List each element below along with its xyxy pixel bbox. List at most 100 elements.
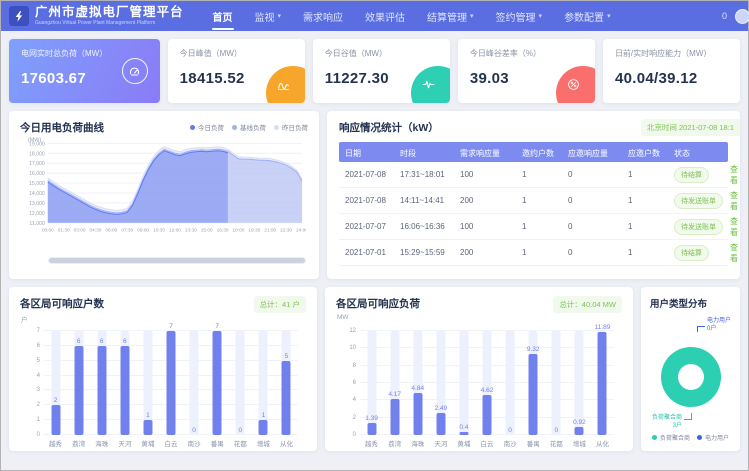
- category-label: 番禺: [206, 438, 229, 448]
- cell-accepted_amount: 0: [568, 196, 628, 205]
- load-curve-title: 今日用电负荷曲线: [20, 120, 104, 135]
- bar-track: [506, 331, 515, 435]
- bar-番禺: 9.32: [522, 331, 545, 435]
- svg-text:16:30: 16:30: [217, 228, 229, 234]
- nav-item-6[interactable]: 参数配置▾: [553, 1, 622, 31]
- bar-value-label: 1: [252, 412, 275, 419]
- status-badge: 待发送账单: [674, 219, 723, 235]
- district-load-total-badge: 总计：40.04 MW: [553, 296, 622, 313]
- nav-item-4[interactable]: 结算管理▾: [416, 1, 485, 31]
- bar-value-label: 7: [206, 323, 229, 330]
- svg-text:19,000: 19,000: [29, 141, 45, 147]
- bar-fill: [367, 423, 376, 435]
- district-load-categories: 越秀荔湾海珠天河黄埔白云南沙番禺花都增城从化: [360, 438, 614, 448]
- user-type-card: 用户类型分布 电力用户 0户 负荷聚合商 3户 负荷聚合商电力用户: [641, 287, 740, 451]
- bar-fill: [413, 393, 422, 435]
- nav-item-2[interactable]: 需求响应: [292, 1, 354, 31]
- bar-value-label: 4.84: [406, 385, 429, 392]
- bar-value-label: 1: [136, 412, 159, 419]
- bar-value-label: 0: [229, 427, 252, 434]
- bar-value-label: 4.62: [475, 387, 498, 394]
- kpi-card-4: 日前/实时响应能力（MW）40.04/39.12: [603, 39, 740, 103]
- cell-accepted_amount: 0: [568, 222, 628, 231]
- view-link[interactable]: 查看: [730, 243, 738, 263]
- bar-fill: [390, 399, 399, 435]
- y-tick-label: 1: [22, 417, 40, 423]
- svg-text:22:30: 22:30: [280, 228, 292, 234]
- callout-aggregator-name: 负荷聚合商: [652, 415, 682, 423]
- view-link[interactable]: 查看: [730, 217, 738, 237]
- bar-track: [190, 331, 199, 435]
- cell-date: 2021-07-07: [345, 222, 400, 231]
- bar-fill: [213, 331, 222, 435]
- kpi-card-3: 今日峰谷差率（%）39.03: [458, 39, 595, 103]
- bar-黄埔: 0.4: [452, 331, 475, 435]
- svg-text:24:00: 24:00: [296, 228, 306, 234]
- load-curve-chart: (MW)11,00012,00013,00014,00015,00016,000…: [20, 135, 306, 249]
- callout-power-user-count: 0户: [707, 326, 731, 334]
- svg-text:03:00: 03:00: [74, 228, 86, 234]
- bar-番禺: 7: [206, 331, 229, 435]
- bar-越秀: 2: [44, 331, 67, 435]
- notification-count[interactable]: 0: [722, 11, 727, 21]
- view-link[interactable]: 查看: [730, 165, 738, 185]
- user-avatar[interactable]: [735, 9, 749, 24]
- status-badge: 待结算: [674, 167, 709, 183]
- user-type-legend-item-1[interactable]: 电力用户: [697, 433, 729, 442]
- legend-item-0[interactable]: 昨日负荷: [274, 122, 308, 132]
- bar-fill: [74, 346, 83, 435]
- category-label: 增城: [252, 438, 275, 448]
- category-label: 南沙: [183, 438, 206, 448]
- svg-text:13,000: 13,000: [29, 201, 45, 207]
- callout-power-user: 电力用户 0户: [707, 318, 731, 333]
- column-header-3: 邀约户数: [522, 148, 568, 159]
- category-label: 天河: [113, 438, 136, 448]
- user-type-legend-item-0[interactable]: 负荷聚合商: [652, 433, 690, 442]
- load-curve-card: 今日用电负荷曲线 今日负荷基线负荷昨日负荷 (MW)11,00012,00013…: [9, 111, 319, 279]
- brand-block: 广州市虚拟电厂管理平台 Guangzhou Virtual Power Plan…: [35, 6, 184, 26]
- kpi-card-0: 电网实时总负荷（MW）17603.67: [9, 39, 160, 103]
- callout-power-user-name: 电力用户: [707, 318, 731, 326]
- chart-zoom-slider[interactable]: [48, 257, 306, 264]
- bar-value-label: 5: [275, 353, 298, 360]
- bar-花都: 0: [545, 331, 568, 435]
- beijing-time-badge: 北京时间 2021-07-08 18:1: [641, 119, 740, 136]
- dashboard-content: 电网实时总负荷（MW）17603.67今日峰值（MW）18415.52今日谷值（…: [1, 31, 748, 459]
- table-row-2: 2021-07-0716:06~16:36100101待发送账单查看: [339, 214, 728, 240]
- bar-value-label: 1.39: [360, 415, 383, 422]
- district-load-card: 各区局可响应负荷 总计：40.04 MW MW 0246810121.394.1…: [325, 287, 633, 451]
- chart-zoom-handle[interactable]: [49, 258, 305, 263]
- svg-text:04:30: 04:30: [90, 228, 102, 234]
- svg-text:15:00: 15:00: [201, 228, 213, 234]
- legend-item-1[interactable]: 基线负荷: [232, 122, 266, 132]
- nav-item-3[interactable]: 效果评估: [354, 1, 416, 31]
- bar-fill: [436, 413, 445, 435]
- nav-item-5[interactable]: 签约管理▾: [485, 1, 554, 31]
- bar-花都: 0: [229, 331, 252, 435]
- bar-黄埔: 1: [136, 331, 159, 435]
- bar-value-label: 7: [159, 323, 182, 330]
- user-type-donut: [661, 347, 721, 407]
- kpi-card-2: 今日谷值（MW）11227.30: [313, 39, 450, 103]
- bar-从化: 5: [275, 331, 298, 435]
- bar-value-label: 9.32: [522, 346, 545, 353]
- svg-text:00:00: 00:00: [42, 228, 54, 234]
- bottom-row: 各区局可响应户数 总计：41 户 户 0123456726661707015 越…: [1, 279, 748, 459]
- bar-海珠: 6: [90, 331, 113, 435]
- nav-item-1[interactable]: 监视▾: [244, 1, 293, 31]
- cell-date: 2021-07-08: [345, 170, 400, 179]
- legend-item-2[interactable]: 今日负荷: [190, 122, 224, 132]
- kpi-label: 电网实时总负荷（MW）: [21, 48, 148, 59]
- top-navbar: 广州市虚拟电厂管理平台 Guangzhou Virtual Power Plan…: [1, 1, 748, 31]
- bar-value-label: 4.17: [383, 391, 406, 398]
- column-header-5: 应邀户数: [628, 148, 674, 159]
- cell-period: 17:31~18:01: [400, 170, 460, 179]
- cell-demand: 100: [460, 222, 522, 231]
- bar-fill: [575, 427, 584, 435]
- bar-fill: [483, 395, 492, 435]
- bar-value-label: 11.89: [591, 324, 614, 331]
- bar-天河: 6: [113, 331, 136, 435]
- bar-天河: 2.49: [429, 331, 452, 435]
- nav-item-0[interactable]: 首页: [202, 1, 244, 31]
- view-link[interactable]: 查看: [730, 191, 738, 211]
